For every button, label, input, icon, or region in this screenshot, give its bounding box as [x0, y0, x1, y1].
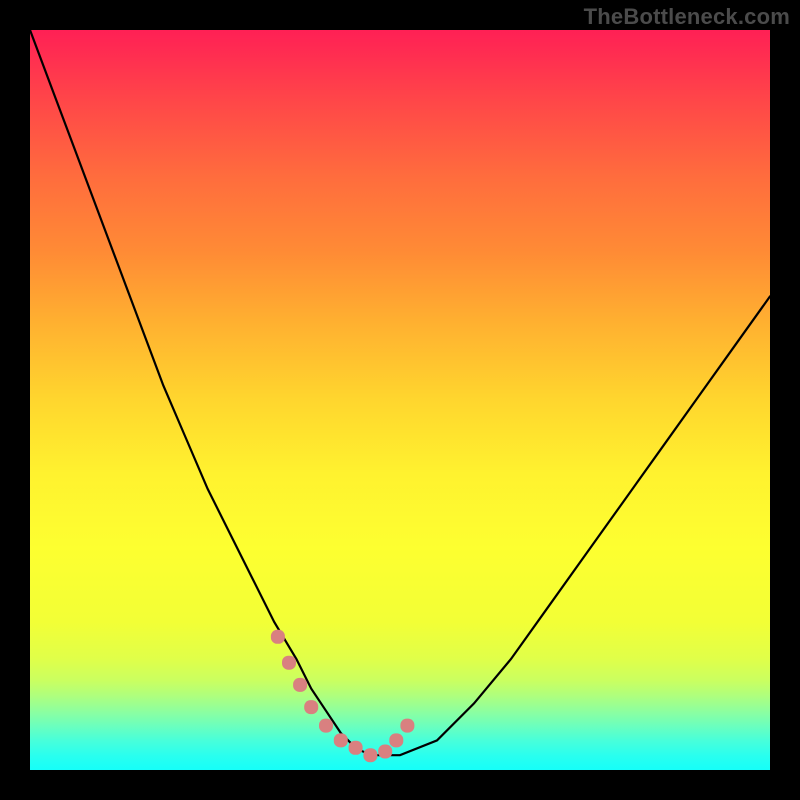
bottleneck-curve: [30, 30, 770, 755]
marker-dot: [400, 719, 414, 733]
chart-frame: TheBottleneck.com: [0, 0, 800, 800]
marker-dot: [349, 741, 363, 755]
marker-dot: [271, 630, 285, 644]
bottleneck-highlight-markers: [271, 630, 415, 762]
marker-dot: [363, 748, 377, 762]
marker-dot: [319, 719, 333, 733]
watermark-text: TheBottleneck.com: [584, 4, 790, 30]
marker-dot: [389, 733, 403, 747]
marker-dot: [293, 678, 307, 692]
marker-dot: [282, 656, 296, 670]
marker-dot: [378, 745, 392, 759]
marker-dot: [334, 733, 348, 747]
plot-area: [30, 30, 770, 770]
marker-dot: [304, 700, 318, 714]
curve-layer: [30, 30, 770, 770]
